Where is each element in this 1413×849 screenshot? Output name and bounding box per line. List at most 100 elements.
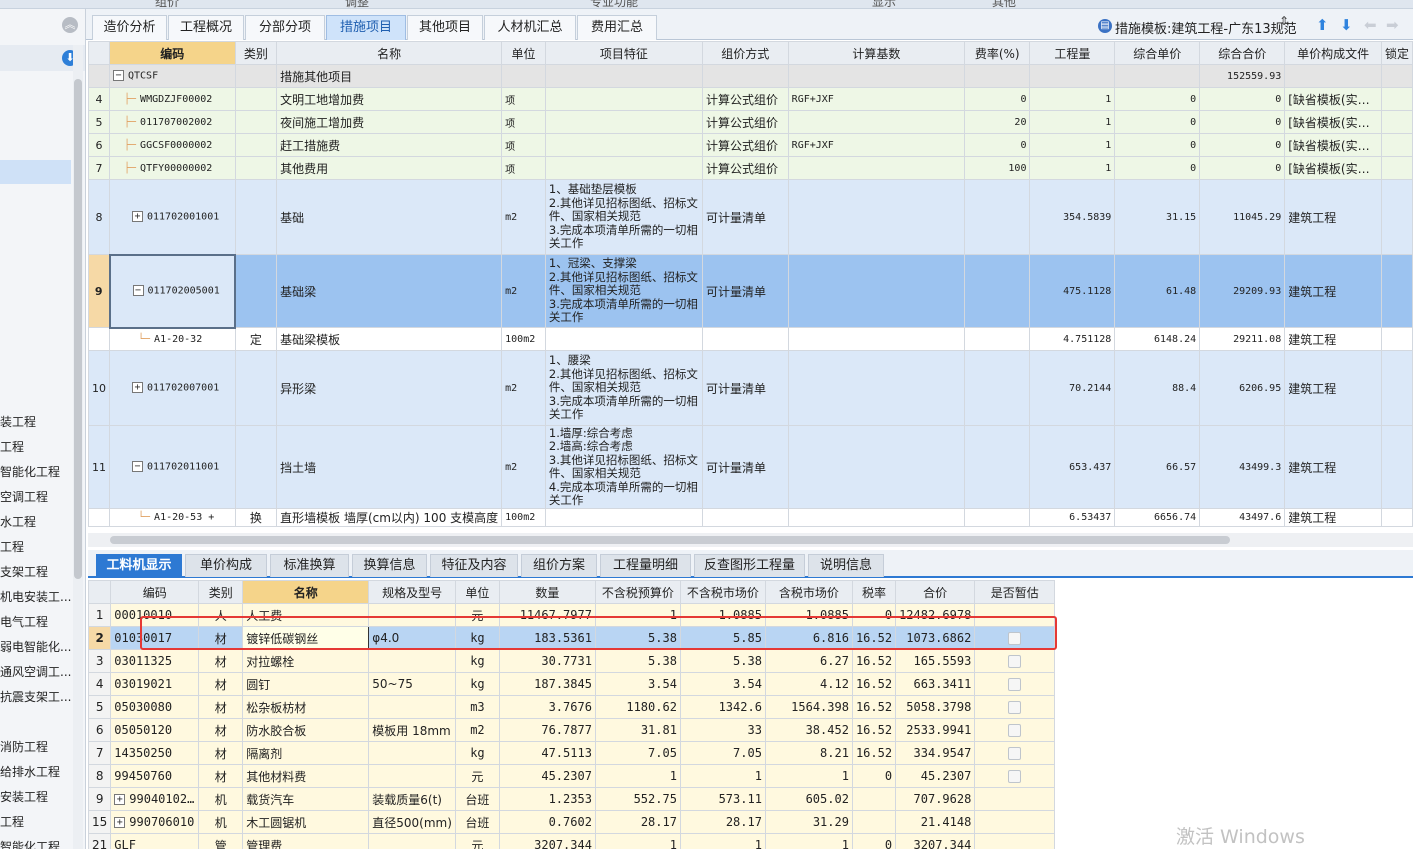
lock-cell[interactable] [1380, 110, 1413, 134]
taxed-market-price-cell[interactable]: 1 [764, 833, 853, 849]
provisional-checkbox[interactable] [1008, 678, 1022, 691]
rate-cell[interactable] [963, 327, 1031, 351]
taxed-market-price-cell[interactable]: 1 [764, 764, 853, 788]
lock-cell[interactable] [1380, 425, 1413, 509]
code-cell[interactable]: 03011325 [110, 649, 200, 673]
quantity-cell[interactable]: 1 [1029, 110, 1116, 134]
quantity-cell[interactable]: 4.751128 [1029, 327, 1116, 351]
measure-template-label[interactable]: 措施模板:建筑工程-广东13规范 [1115, 18, 1297, 37]
sidebar-tree-item[interactable]: 工程 [0, 539, 72, 555]
col-header-code[interactable]: 编码 [109, 41, 236, 65]
sidebar-tree-item[interactable]: 智能化工程 [0, 839, 72, 849]
tab-sub-items[interactable]: 分部分项 [245, 15, 325, 40]
name-cell[interactable]: 直形墙模板 墙厚(cm以内) 100 支模高度 [276, 508, 503, 527]
col-header-method[interactable]: 组价方式 [701, 41, 789, 65]
taxed-market-price-cell[interactable]: 605.02 [764, 787, 853, 811]
sidebar-tree-item[interactable]: 给排水工程 [0, 764, 72, 780]
collapse-icon[interactable]: − [132, 285, 144, 297]
table-row[interactable]: − QTCSF 措施其他项目 152559.93 [88, 64, 1413, 88]
method-cell[interactable] [701, 64, 789, 88]
provisional-cell[interactable] [974, 810, 1056, 834]
rate-cell[interactable] [963, 425, 1031, 509]
taxed-market-price-cell[interactable]: 31.29 [764, 810, 853, 834]
market-price-cell[interactable]: 5.38 [679, 649, 766, 673]
sidebar-tree-item[interactable]: 工程 [0, 814, 72, 830]
price-file-cell[interactable]: [缺省模板(实… [1284, 133, 1382, 157]
taxed-market-price-cell[interactable]: 8.21 [764, 741, 853, 765]
code-cell[interactable]: └─ A1-20-32 [109, 327, 236, 351]
name-cell[interactable]: 基础梁模板 [276, 327, 503, 351]
material-row[interactable]: 21 GLF 管管理费元 3207.344 1 1 1 0 3207.344 [87, 833, 1056, 849]
tax-rate-cell[interactable]: 16.52 [851, 649, 897, 673]
code-cell[interactable]: 99450760 [110, 764, 200, 788]
lock-cell[interactable] [1380, 508, 1413, 527]
lock-cell[interactable] [1380, 327, 1413, 351]
quantity-cell[interactable]: 475.1128 [1029, 254, 1116, 328]
name-cell[interactable]: 异形梁 [276, 350, 503, 426]
material-row[interactable]: 5 05030080 材松杂板枋材 m3 3.7676 1180.62 1342.6 1564… [87, 695, 1056, 719]
method-cell[interactable]: 计算公式组价 [701, 110, 789, 134]
double-chevron-up-icon[interactable]: ︽ [62, 17, 78, 33]
code-cell[interactable]: +011702001001 [109, 179, 236, 255]
base-cell[interactable] [787, 254, 966, 328]
base-cell[interactable] [787, 350, 966, 426]
name-cell[interactable]: 其他费用 [276, 156, 503, 180]
ribbon-group-label[interactable]: 显示 [872, 0, 896, 8]
material-row[interactable]: 15 +990706010 机木工圆锯机 直径500(mm) 台班 0.7602 28.17… [87, 810, 1056, 834]
sidebar-selected-item[interactable] [0, 160, 71, 184]
lock-cell[interactable] [1380, 87, 1413, 111]
col-header-code[interactable]: 编码 [110, 580, 200, 604]
sidebar-tree-item[interactable]: 工程 [0, 439, 72, 455]
col-header-unit[interactable]: 单位 [454, 580, 500, 604]
lock-cell[interactable] [1380, 350, 1413, 426]
taxed-market-price-cell[interactable]: 38.452 [764, 718, 853, 742]
name-cell[interactable]: 对拉螺栓 [242, 649, 370, 673]
table-row[interactable]: 4 ├─ WMGDZJF00002 文明工地增加费项计算公式组价 RGF+JXF 0 1 0 0… [88, 87, 1413, 111]
col-header-price-file[interactable]: 单价构成文件 [1284, 41, 1382, 65]
sidebar-tree-item[interactable]: 通风空调工... [0, 664, 72, 680]
col-header-rate[interactable]: 费率(%) [963, 41, 1031, 65]
code-cell[interactable]: └─ A1-20-53 + [109, 508, 236, 527]
code-cell[interactable]: 14350250 [110, 741, 200, 765]
sidebar-tree-item[interactable]: 装工程 [0, 414, 72, 430]
code-cell[interactable]: +011702007001 [109, 350, 236, 426]
method-cell[interactable] [701, 327, 789, 351]
feature-cell[interactable] [544, 133, 703, 157]
price-file-cell[interactable] [1284, 64, 1382, 88]
expand-icon[interactable]: + [132, 382, 143, 394]
provisional-checkbox[interactable] [1008, 655, 1022, 668]
col-header-provisional[interactable]: 是否暂估 [974, 580, 1056, 604]
tab-conversion-info[interactable]: 换算信息 [352, 554, 427, 577]
rate-cell[interactable]: 100 [963, 156, 1031, 180]
code-cell[interactable]: ├─ GGCSF0000002 [109, 133, 236, 157]
collapse-icon[interactable]: − [113, 70, 124, 82]
sidebar-tree-item[interactable]: 机电安装工... [0, 589, 72, 605]
price-file-cell[interactable]: 建筑工程 [1284, 425, 1382, 509]
method-cell[interactable]: 计算公式组价 [701, 156, 789, 180]
tax-rate-cell[interactable]: 16.52 [851, 672, 897, 696]
lock-cell[interactable] [1380, 133, 1413, 157]
sidebar-tree-item[interactable]: 消防工程 [0, 739, 72, 755]
name-cell[interactable]: 基础梁 [276, 254, 503, 328]
material-row[interactable]: 4 03019021 材圆钉 50~75 kg 187.3845 3.54 3.54 4.12 1… [87, 672, 1056, 696]
provisional-cell[interactable] [974, 787, 1056, 811]
col-header-taxed-market-price[interactable]: 含税市场价 [764, 580, 853, 604]
horizontal-scrollbar[interactable] [88, 533, 1413, 547]
spec-cell[interactable] [368, 649, 456, 673]
sidebar-tree-item[interactable]: 弱电智能化... [0, 639, 72, 655]
tax-rate-cell[interactable]: 16.52 [851, 695, 897, 719]
spin-arrows-icon[interactable]: ⇕ [1279, 15, 1289, 27]
quantity-cell[interactable]: 70.2144 [1029, 350, 1116, 426]
provisional-cell[interactable] [974, 695, 1056, 719]
market-price-cell[interactable]: 7.05 [679, 741, 766, 765]
price-file-cell[interactable]: 建筑工程 [1284, 327, 1382, 351]
tab-standard-conversion[interactable]: 标准换算 [270, 554, 349, 577]
tab-description[interactable]: 说明信息 [808, 554, 884, 577]
base-cell[interactable]: RGF+JXF [787, 133, 966, 157]
rate-cell[interactable] [963, 508, 1031, 527]
col-header-quantity[interactable]: 工程量 [1029, 41, 1116, 65]
material-row[interactable]: 9 +99040102… 机载货汽车 装载质量6(t) 台班 1.2353 552.75 57… [87, 787, 1056, 811]
market-price-cell[interactable]: 1 [679, 833, 766, 849]
price-file-cell[interactable]: [缺省模板(实… [1284, 156, 1382, 180]
spec-cell[interactable]: 装载质量6(t) [368, 787, 456, 811]
